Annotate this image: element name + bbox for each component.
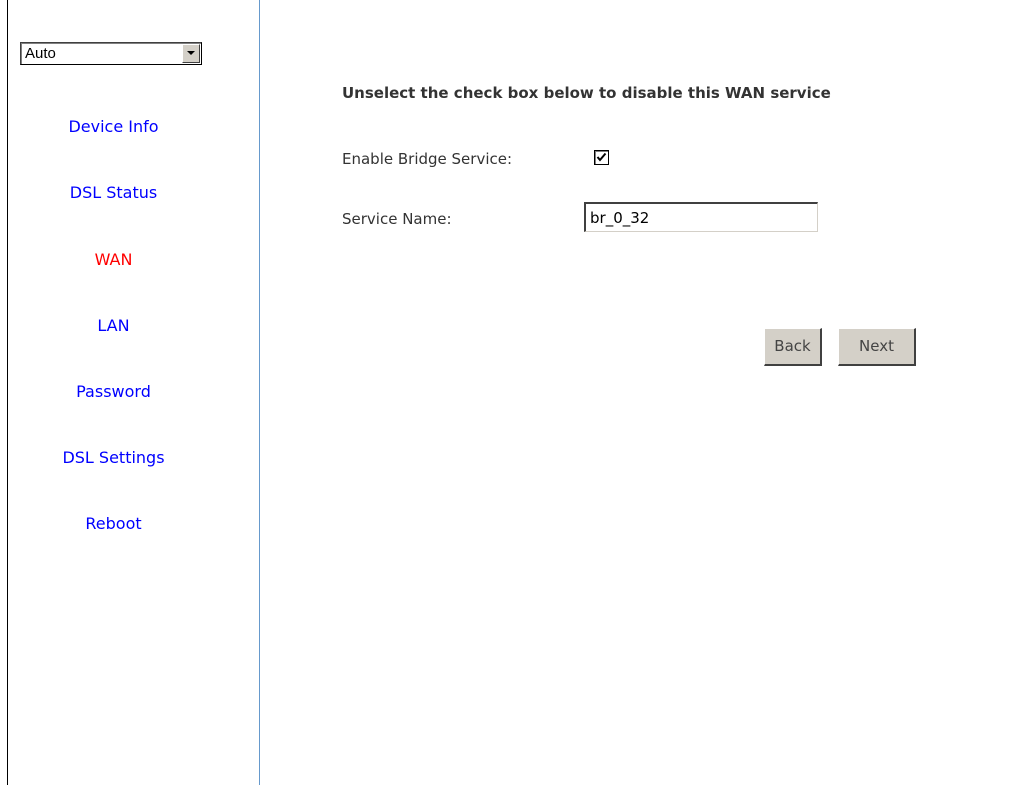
back-button[interactable]: Back (764, 328, 822, 366)
language-select-value: Auto (25, 45, 56, 62)
sidebar-item-dsl-settings[interactable]: DSL Settings (8, 448, 219, 467)
sidebar-item-reboot[interactable]: Reboot (8, 514, 219, 533)
enable-bridge-checkbox[interactable] (594, 150, 609, 165)
chevron-down-icon[interactable] (182, 44, 200, 63)
service-name-input[interactable] (584, 202, 818, 232)
sidebar-item-dsl-status[interactable]: DSL Status (8, 183, 219, 202)
page: Auto Device Info DSL Status WAN LAN Pass… (0, 0, 1031, 785)
page-heading: Unselect the check box below to disable … (342, 84, 831, 102)
sidebar-item-device-info[interactable]: Device Info (8, 117, 219, 136)
service-name-label: Service Name: (342, 210, 452, 228)
sidebar: Auto Device Info DSL Status WAN LAN Pass… (8, 0, 260, 785)
next-button[interactable]: Next (838, 328, 916, 366)
checkmark-icon (596, 152, 607, 162)
sidebar-item-wan[interactable]: WAN (8, 250, 219, 269)
language-select[interactable]: Auto (20, 42, 202, 65)
sidebar-item-password[interactable]: Password (8, 382, 219, 401)
sidebar-item-lan[interactable]: LAN (8, 316, 219, 335)
enable-bridge-label: Enable Bridge Service: (342, 150, 513, 168)
